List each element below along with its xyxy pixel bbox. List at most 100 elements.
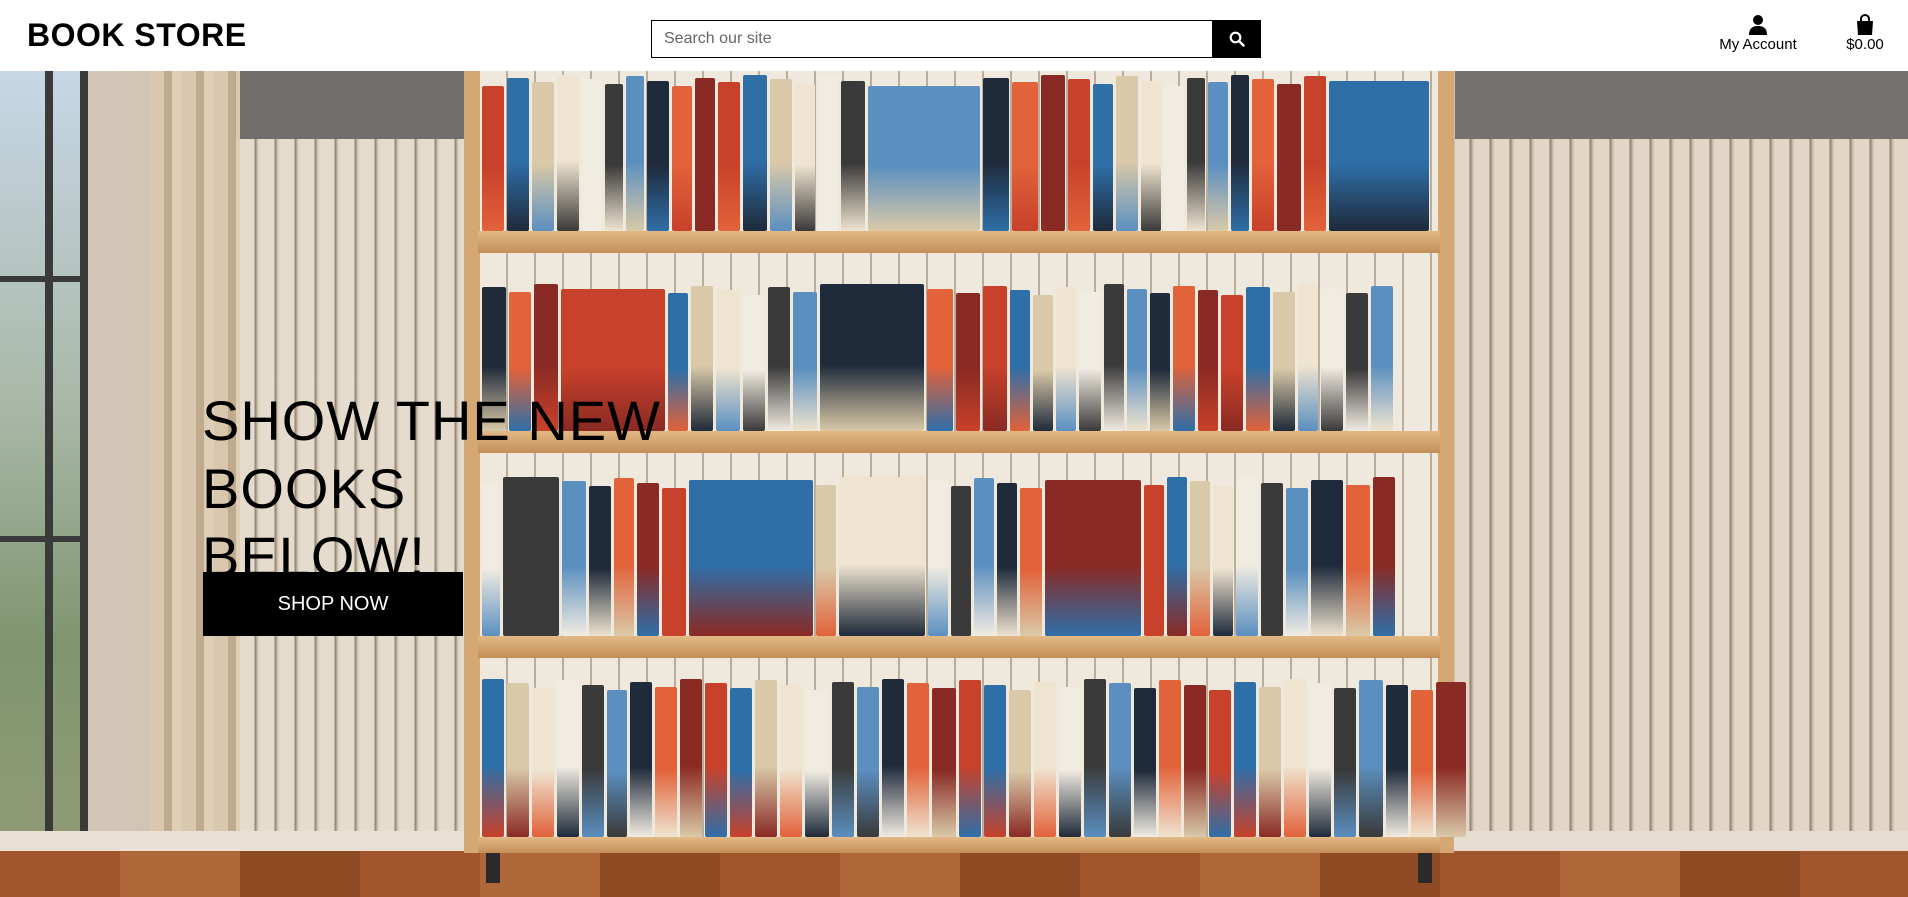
book-spine xyxy=(1284,678,1306,837)
book-spine xyxy=(507,77,529,231)
book-spine xyxy=(1231,74,1249,231)
my-account-link[interactable]: My Account xyxy=(1714,14,1802,53)
book-spine xyxy=(1093,84,1113,231)
book-spine xyxy=(1252,79,1274,231)
book-spine xyxy=(1033,294,1053,431)
book-spine xyxy=(532,688,554,837)
book-spine xyxy=(1359,680,1383,837)
book-spine xyxy=(1371,285,1393,431)
book-spine xyxy=(1079,291,1101,431)
book-spine xyxy=(1164,85,1184,231)
book-spine xyxy=(1084,678,1106,837)
search-button[interactable] xyxy=(1212,20,1261,58)
book-spine xyxy=(482,678,504,837)
search-icon xyxy=(1229,31,1245,47)
cart-link[interactable]: $0.00 xyxy=(1843,14,1887,53)
book-spine xyxy=(1187,77,1205,231)
book-spine xyxy=(1020,487,1042,636)
book-spine xyxy=(647,80,669,231)
book-spine xyxy=(1059,686,1081,837)
book-spine xyxy=(1208,82,1228,231)
shop-now-button[interactable]: SHOP NOW xyxy=(203,572,463,636)
book-spine xyxy=(630,681,652,837)
book-spine xyxy=(1286,487,1308,636)
book-row xyxy=(482,677,1466,837)
book-spine xyxy=(1261,483,1283,636)
book-spine xyxy=(907,683,929,837)
book-spine xyxy=(780,685,802,837)
book-spine xyxy=(1184,685,1206,837)
book-spine xyxy=(1321,288,1343,431)
user-icon xyxy=(1749,15,1767,35)
book-spine xyxy=(705,683,727,837)
book-spine xyxy=(607,689,627,837)
book-spine xyxy=(928,481,948,636)
book-spine xyxy=(1150,293,1170,431)
book-spine xyxy=(1045,479,1141,636)
book-spine xyxy=(557,680,579,837)
book-spine xyxy=(983,285,1007,431)
book-spine xyxy=(1041,74,1065,231)
shelf-plank xyxy=(478,837,1440,853)
book-spine xyxy=(1190,481,1210,636)
search-form xyxy=(651,20,1261,58)
book-spine xyxy=(868,85,980,231)
book-spine xyxy=(1373,476,1395,636)
book-spine xyxy=(984,685,1006,837)
book-spine xyxy=(1346,293,1368,431)
book-spine xyxy=(882,678,904,837)
window xyxy=(0,71,88,831)
book-spine xyxy=(805,689,829,837)
shopping-bag-icon xyxy=(1857,14,1873,35)
book-spine xyxy=(1134,688,1156,837)
book-spine xyxy=(927,288,953,431)
book-spine xyxy=(1141,80,1161,231)
book-spine xyxy=(1056,287,1076,431)
book-spine xyxy=(1236,478,1258,636)
book-spine xyxy=(951,486,971,636)
book-spine xyxy=(557,74,579,231)
book-spine xyxy=(818,76,838,231)
book-spine xyxy=(605,84,623,231)
book-spine xyxy=(832,681,854,837)
search-input[interactable] xyxy=(651,20,1213,58)
book-spine xyxy=(1104,284,1124,431)
book-spine xyxy=(582,79,602,231)
book-spine xyxy=(1386,685,1408,837)
book-spine xyxy=(1198,290,1218,431)
book-spine xyxy=(755,680,777,837)
book-spine xyxy=(1234,681,1256,837)
book-spine xyxy=(672,85,692,231)
book-spine xyxy=(983,77,1009,231)
hero-title: SHOW THE NEW BOOKS BELOW! xyxy=(202,387,852,591)
book-spine xyxy=(770,79,792,231)
book-spine xyxy=(974,478,994,636)
book-spine xyxy=(1346,484,1370,636)
book-spine xyxy=(507,683,529,837)
book-spine xyxy=(695,77,715,231)
book-row xyxy=(482,73,1436,231)
hero-banner: SHOW THE NEW BOOKS BELOW! SHOP NOW xyxy=(0,71,1908,897)
book-spine xyxy=(1259,686,1281,837)
book-spine xyxy=(1159,680,1181,837)
brand-logo[interactable]: BOOK STORE xyxy=(27,17,247,54)
book-spine xyxy=(841,80,865,231)
my-account-label: My Account xyxy=(1719,36,1797,53)
book-spine xyxy=(655,686,677,837)
book-spine xyxy=(680,678,702,837)
book-spine xyxy=(932,688,956,837)
book-spine xyxy=(997,483,1017,636)
hero-title-line-1: SHOW THE NEW BOOKS xyxy=(202,389,661,520)
book-spine xyxy=(730,688,752,837)
book-spine xyxy=(1213,486,1233,636)
book-spine xyxy=(1329,80,1429,231)
site-header: BOOK STORE My Account $0.00 xyxy=(0,0,1908,71)
book-spine xyxy=(1012,82,1038,231)
book-spine xyxy=(1411,689,1433,837)
book-spine xyxy=(1436,681,1466,837)
book-spine xyxy=(1298,284,1318,431)
book-spine xyxy=(1311,479,1343,636)
book-spine xyxy=(1277,84,1301,231)
book-spine xyxy=(857,686,879,837)
book-spine xyxy=(1144,484,1164,636)
